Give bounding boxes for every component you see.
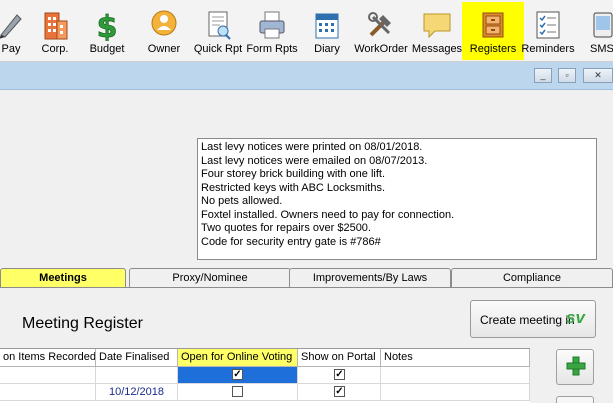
tab-meetings[interactable]: Meetings <box>0 268 126 288</box>
column-header-show-on-portal[interactable]: Show on Portal <box>298 349 381 367</box>
column-header-date-finalised[interactable]: Date Finalised <box>96 349 178 367</box>
printer-icon <box>259 11 285 39</box>
toolbar-quick-rpt[interactable]: Quick Rpt <box>193 0 243 62</box>
building-notes-box[interactable]: Last levy notices were printed on 08/01/… <box>197 138 597 260</box>
toolbar-workorder[interactable]: WorkOrder <box>353 0 409 62</box>
tab-proxy-nominee[interactable]: Proxy/Nominee <box>129 268 291 288</box>
toolbar-owner[interactable]: Owner <box>142 0 186 62</box>
close-button[interactable]: ✕ <box>583 68 613 83</box>
table-row[interactable] <box>0 367 96 384</box>
cell-notes[interactable] <box>381 384 530 401</box>
register-tabs: Meetings Proxy/Nominee Improvements/By L… <box>0 268 613 288</box>
notes-line: Foxtel installed. Owners need to pay for… <box>201 208 455 221</box>
plus-icon <box>566 356 586 376</box>
create-meeting-button[interactable]: Create meeting in sv <box>470 300 596 338</box>
restore-button[interactable]: ▫ <box>558 68 576 83</box>
tab-compliance[interactable]: Compliance <box>451 268 613 288</box>
checklist-icon <box>536 11 560 39</box>
toolbar-budget[interactable]: $ Budget <box>85 0 129 62</box>
notes-line: Two quotes for repairs over $2500. <box>201 222 371 234</box>
toolbar-corp[interactable]: Corp. <box>35 0 75 62</box>
column-header-notes[interactable]: Notes <box>381 349 530 367</box>
meeting-grid: on Items Recorded Date Finalised Open fo… <box>0 348 530 403</box>
dollar-icon: $ <box>96 10 118 41</box>
column-header-items-recorded[interactable]: on Items Recorded <box>0 349 96 367</box>
column-header-online-voting[interactable]: Open for Online Voting <box>178 349 298 367</box>
secondary-side-button[interactable] <box>556 396 594 403</box>
window-title-bar <box>0 62 613 90</box>
add-meeting-button[interactable] <box>556 349 594 385</box>
tools-icon <box>368 12 391 37</box>
table-row[interactable] <box>0 384 96 401</box>
toolbar-registers[interactable]: Registers <box>466 0 520 62</box>
notes-line: Last levy notices were emailed on 08/07/… <box>201 154 428 167</box>
cell-show-on-portal[interactable]: ✓ <box>298 367 381 384</box>
quick-report-icon <box>208 11 231 40</box>
toolbar-messages[interactable]: Messages <box>410 0 464 62</box>
notes-line: Code for security entry gate is #786# <box>201 235 381 248</box>
registers-icon <box>482 12 504 38</box>
calendar-icon <box>315 13 339 39</box>
owner-icon <box>151 10 177 36</box>
sms-icon <box>593 12 613 38</box>
notes-line: Restricted keys with ABC Locksmiths. <box>201 181 386 194</box>
building-icon <box>44 12 68 40</box>
main-toolbar: Pay Corp. $ Budget Owner Quick Rpt Form … <box>0 0 613 62</box>
tab-improvements-by-laws[interactable]: Improvements/By Laws <box>289 268 451 288</box>
page-title: Meeting Register <box>22 315 143 332</box>
cell-show-on-portal[interactable]: ✓ <box>298 384 381 401</box>
toolbar-form-rpts[interactable]: Form Rpts <box>245 0 299 62</box>
show-on-portal-checkbox[interactable]: ✓ <box>334 386 345 397</box>
speech-bubble-icon <box>423 13 451 39</box>
sv-logo-icon: sv <box>566 308 585 327</box>
cell-online-voting[interactable]: ✓ <box>178 367 298 384</box>
toolbar-reminders[interactable]: Reminders <box>520 0 576 62</box>
show-on-portal-checkbox[interactable]: ✓ <box>334 369 345 380</box>
create-meeting-label: Create meeting in <box>480 313 575 327</box>
notes-line: Four storey brick building with one lift… <box>201 168 386 180</box>
notes-line: No pets allowed. <box>201 195 283 207</box>
cell-date-finalised[interactable]: 10/12/2018 <box>96 384 178 401</box>
cell-notes[interactable] <box>381 367 530 384</box>
tab-divider <box>0 287 613 288</box>
toolbar-sms[interactable]: SMS <box>584 0 613 62</box>
notes-line: Last levy notices were printed on 08/01/… <box>201 141 423 153</box>
online-voting-checkbox[interactable] <box>232 386 243 397</box>
cell-date-finalised[interactable] <box>96 367 178 384</box>
toolbar-pay[interactable]: Pay <box>0 0 28 62</box>
cell-online-voting[interactable] <box>178 384 298 401</box>
toolbar-diary[interactable]: Diary <box>308 0 346 62</box>
online-voting-checkbox[interactable]: ✓ <box>232 369 243 380</box>
svg-text:$: $ <box>97 10 118 41</box>
minimize-button[interactable]: _ <box>534 68 552 83</box>
pen-icon <box>0 14 22 39</box>
